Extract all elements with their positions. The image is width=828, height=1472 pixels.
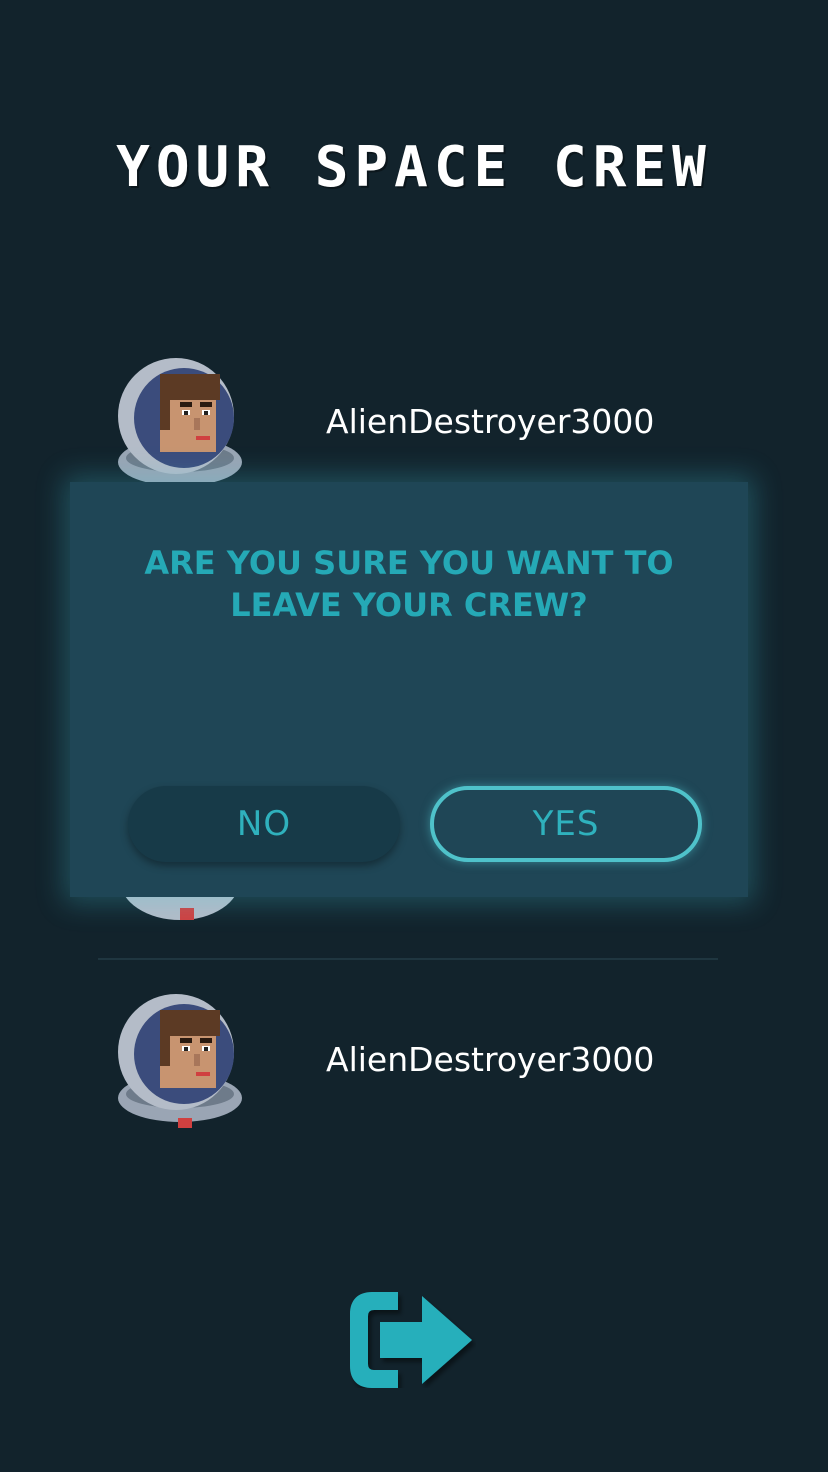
no-button[interactable]: NO [128,786,400,862]
crew-member-row[interactable]: AlienDestroyer3000 [98,988,718,1128]
astronaut-avatar-icon [118,994,242,1128]
crew-member-name: AlienDestroyer3000 [326,1040,655,1079]
divider [98,958,718,960]
leave-crew-dialog: ARE YOU SURE YOU WANT TO LEAVE YOUR CREW… [70,482,748,897]
astronaut-avatar-icon [118,358,242,486]
crew-member-row[interactable]: AlienDestroyer3000 [98,352,718,492]
dialog-message: ARE YOU SURE YOU WANT TO LEAVE YOUR CREW… [144,544,674,624]
page-title: YOUR SPACE CREW [116,135,712,200]
yes-button[interactable]: YES [430,786,702,862]
exit-icon[interactable] [350,1292,476,1388]
crew-member-name: AlienDestroyer3000 [326,402,655,441]
